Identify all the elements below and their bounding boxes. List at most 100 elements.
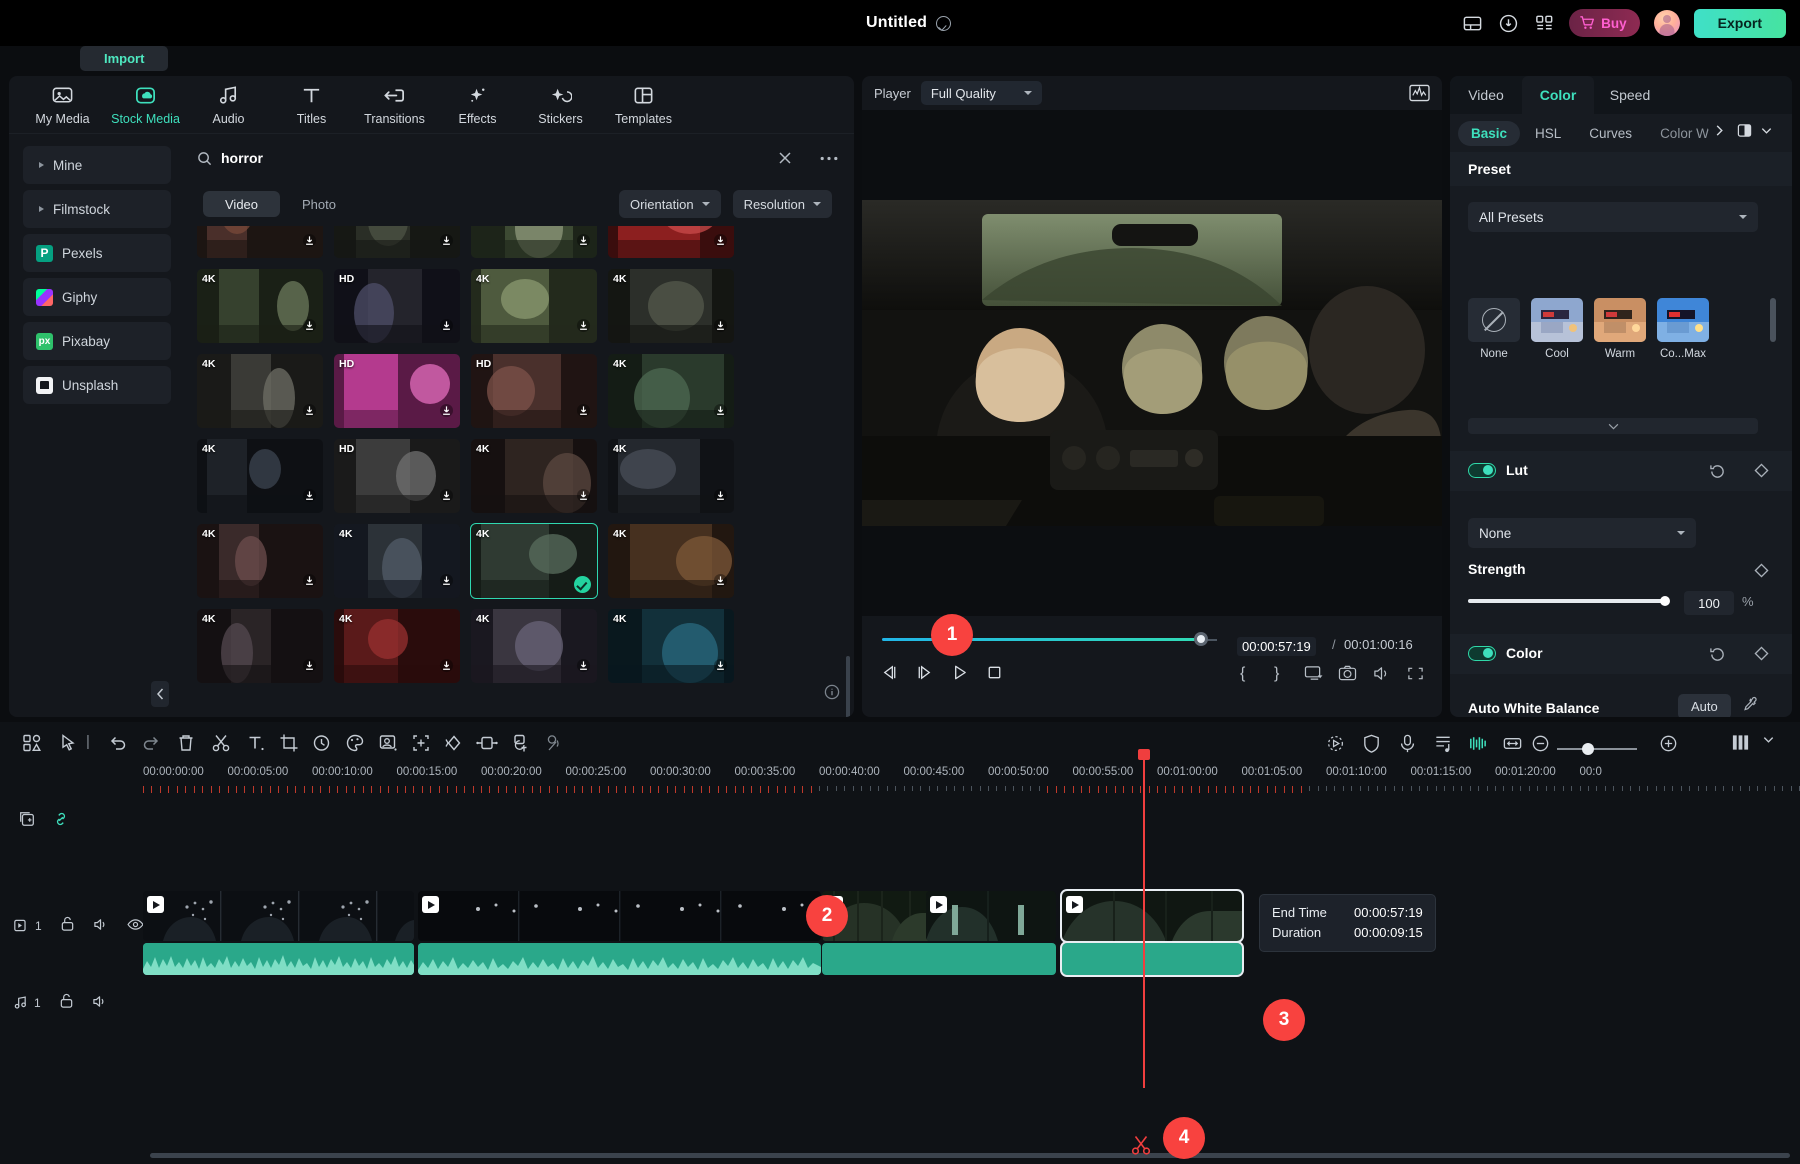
quality-dropdown[interactable]: Full Quality bbox=[921, 81, 1042, 105]
download-icon[interactable] bbox=[576, 318, 591, 338]
media-result[interactable]: 4K bbox=[471, 269, 597, 343]
render-preview-icon[interactable] bbox=[1731, 733, 1750, 757]
download-icon[interactable] bbox=[713, 233, 728, 253]
seek-handle[interactable] bbox=[1194, 632, 1208, 646]
lock-open-icon[interactable] bbox=[60, 916, 75, 935]
chevron-down-icon[interactable] bbox=[1760, 124, 1773, 142]
auto-white-balance-button[interactable]: Auto bbox=[1678, 694, 1731, 717]
lut-reset-icon[interactable] bbox=[1709, 463, 1726, 485]
strength-keyframe-diamond-icon[interactable] bbox=[1754, 563, 1769, 583]
media-result[interactable]: 4K bbox=[334, 524, 460, 598]
chevron-down-icon[interactable] bbox=[1762, 733, 1775, 751]
strength-value[interactable]: 100 bbox=[1684, 591, 1734, 615]
media-result[interactable]: 4K bbox=[471, 439, 597, 513]
category-templates[interactable]: Templates bbox=[602, 78, 685, 132]
download-icon[interactable] bbox=[576, 658, 591, 678]
media-result[interactable]: 4K bbox=[471, 226, 597, 258]
preset-cool[interactable]: Cool bbox=[1531, 298, 1583, 360]
volume-icon[interactable] bbox=[1372, 665, 1391, 687]
silence-detect-icon[interactable] bbox=[545, 733, 565, 758]
download-icon[interactable] bbox=[713, 658, 728, 678]
lock-open-icon[interactable] bbox=[59, 993, 74, 1012]
add-box-icon[interactable] bbox=[411, 733, 431, 758]
prev-frame-icon[interactable] bbox=[880, 663, 899, 687]
scissors-playhead-icon[interactable] bbox=[1130, 1134, 1152, 1161]
mute-icon[interactable] bbox=[93, 917, 109, 935]
subtab-curves[interactable]: Curves bbox=[1576, 121, 1645, 146]
auto-text-icon[interactable] bbox=[512, 733, 532, 758]
search-input[interactable]: horror bbox=[197, 150, 778, 166]
download-icon[interactable] bbox=[576, 233, 591, 253]
strength-slider-handle[interactable] bbox=[1660, 596, 1670, 606]
select-cursor-icon[interactable] bbox=[58, 733, 78, 758]
color-palette-icon[interactable] bbox=[345, 733, 365, 758]
resolution-dropdown[interactable]: Resolution bbox=[733, 190, 832, 218]
media-result[interactable]: 4K bbox=[608, 354, 734, 428]
mask-shield-icon[interactable] bbox=[1361, 733, 1382, 759]
results-scrollbar[interactable] bbox=[846, 656, 850, 717]
download-icon[interactable] bbox=[302, 658, 317, 678]
mark-in-icon[interactable]: { bbox=[1240, 665, 1245, 683]
preset-warm[interactable]: Warm bbox=[1594, 298, 1646, 360]
info-icon[interactable] bbox=[824, 684, 840, 705]
more-dots-icon[interactable] bbox=[820, 156, 838, 161]
close-icon[interactable] bbox=[778, 151, 792, 165]
download-icon[interactable] bbox=[302, 403, 317, 423]
delete-trash-icon[interactable] bbox=[176, 733, 196, 758]
sidebar-item-pixabay[interactable]: Pixabay bbox=[23, 322, 171, 360]
media-result[interactable]: HD bbox=[334, 354, 460, 428]
sidebar-item-giphy[interactable]: Giphy bbox=[23, 278, 171, 316]
redo-icon[interactable] bbox=[141, 733, 161, 758]
subtab-hsl[interactable]: HSL bbox=[1522, 121, 1574, 146]
preset-scrollbar[interactable] bbox=[1770, 298, 1776, 342]
media-result[interactable]: 4K bbox=[334, 609, 460, 683]
media-result-selected[interactable]: 4K bbox=[471, 524, 597, 598]
download-icon[interactable] bbox=[713, 318, 728, 338]
color-reset-icon[interactable] bbox=[1709, 646, 1726, 668]
media-result[interactable]: 4K bbox=[608, 609, 734, 683]
eye-visible-icon[interactable] bbox=[127, 918, 144, 934]
auto-sync-icon[interactable] bbox=[1467, 733, 1488, 759]
download-icon[interactable] bbox=[302, 318, 317, 338]
eyedropper-icon[interactable] bbox=[1741, 696, 1758, 717]
split-scissors-icon[interactable] bbox=[211, 733, 231, 758]
subtab-color-wheel[interactable]: Color Wh bbox=[1647, 121, 1709, 146]
sidebar-item-mine[interactable]: Mine bbox=[23, 146, 171, 184]
download-icon[interactable] bbox=[439, 573, 454, 593]
sidebar-item-pexels[interactable]: Pexels bbox=[23, 234, 171, 272]
tab-video[interactable]: Video bbox=[1450, 76, 1522, 114]
category-stickers[interactable]: Stickers bbox=[519, 78, 602, 132]
orientation-dropdown[interactable]: Orientation bbox=[619, 190, 721, 218]
undo-icon[interactable] bbox=[108, 733, 128, 758]
download-icon[interactable] bbox=[713, 403, 728, 423]
preset-dropdown[interactable]: All Presets bbox=[1468, 202, 1758, 232]
media-result[interactable]: HD bbox=[471, 354, 597, 428]
zoom-slider[interactable] bbox=[1557, 748, 1637, 750]
mark-out-icon[interactable]: } bbox=[1274, 665, 1279, 683]
tab-video[interactable]: Video bbox=[203, 191, 280, 217]
category-titles[interactable]: Titles bbox=[270, 78, 353, 132]
import-button[interactable]: Import bbox=[80, 46, 168, 71]
download-icon[interactable] bbox=[302, 573, 317, 593]
subtab-basic[interactable]: Basic bbox=[1458, 121, 1520, 146]
download-icon[interactable] bbox=[439, 318, 454, 338]
avatar[interactable] bbox=[1654, 10, 1680, 36]
media-result[interactable]: 4K bbox=[334, 226, 460, 258]
zoom-out-icon[interactable] bbox=[1530, 733, 1551, 759]
timeline-clip-video[interactable] bbox=[418, 891, 821, 941]
download-icon[interactable] bbox=[576, 403, 591, 423]
media-result[interactable]: 4K bbox=[197, 524, 323, 598]
sidebar-item-unsplash[interactable]: Unsplash bbox=[23, 366, 171, 404]
category-audio[interactable]: Audio bbox=[187, 78, 270, 132]
media-result[interactable]: 4K bbox=[608, 439, 734, 513]
zoom-in-icon[interactable] bbox=[1658, 733, 1679, 759]
seek-progress[interactable] bbox=[882, 638, 1202, 641]
cloud-download-icon[interactable] bbox=[1497, 12, 1519, 34]
download-icon[interactable] bbox=[713, 488, 728, 508]
grid-apps-icon[interactable] bbox=[1533, 12, 1555, 34]
download-icon[interactable] bbox=[439, 488, 454, 508]
tab-photo[interactable]: Photo bbox=[280, 191, 358, 217]
preset-contrast-max[interactable]: Co...Max bbox=[1657, 298, 1709, 360]
color-keyframe-diamond-icon[interactable] bbox=[1754, 646, 1769, 666]
download-icon[interactable] bbox=[713, 573, 728, 593]
